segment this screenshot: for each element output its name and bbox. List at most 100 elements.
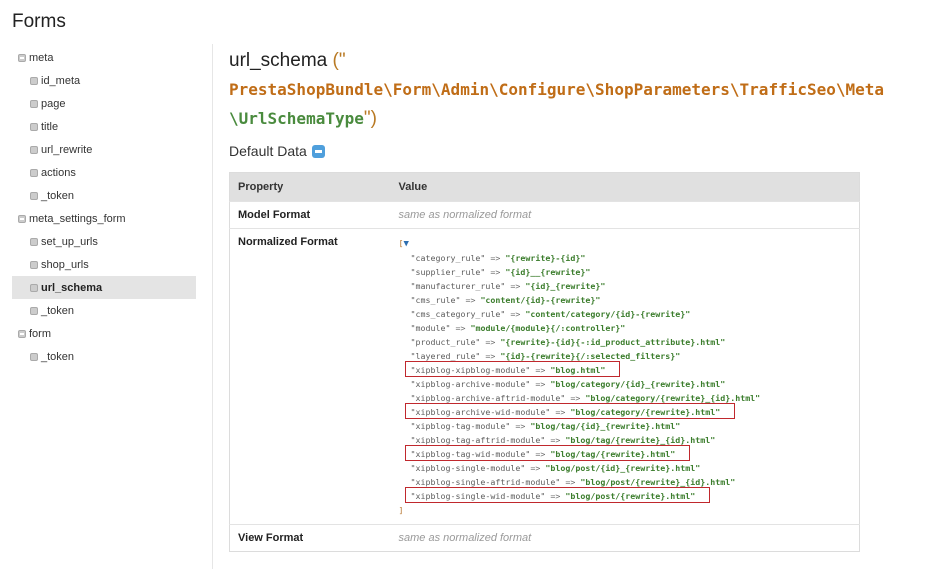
- class-path: PrestaShopBundle\Form\Admin\Configure\Sh…: [229, 80, 885, 99]
- array-entry: "product_rule" => "{rewrite}-{id}{-:id_p…: [399, 335, 852, 349]
- array-entry: "layered_rule" => "{id}-{rewrite}{/:sele…: [399, 349, 852, 363]
- array-entry: "xipblog-archive-module" => "blog/catego…: [399, 377, 852, 391]
- sidebar-item-token[interactable]: _token: [12, 184, 196, 207]
- sidebar-item-meta[interactable]: meta: [12, 46, 196, 69]
- entry-value: "{rewrite}-{id}{-:id_product_attribute}.…: [500, 337, 726, 347]
- table-row: View Format same as normalized format: [229, 524, 860, 552]
- sidebar-item-token[interactable]: _token: [12, 345, 196, 368]
- expand-arrow-icon[interactable]: ▼: [404, 239, 409, 249]
- arrow-operator: =>: [565, 393, 586, 403]
- sidebar-item-label: url_schema: [41, 281, 103, 294]
- forms-tree: meta id_metapage title url_rewrite actions _t…: [12, 46, 196, 368]
- entry-key: "xipblog-xipblog-module": [410, 365, 531, 375]
- sidebar-item-label: _token: [41, 189, 75, 202]
- bullet-icon: [30, 122, 38, 131]
- entry-value: "content/{id}-{rewrite}": [480, 295, 601, 305]
- table-header-row: Property Value: [229, 172, 860, 202]
- sidebar-item-set-up-urls[interactable]: set_up_urls: [12, 230, 196, 253]
- entry-value: "{rewrite}-{id}": [505, 253, 586, 263]
- entry-key: "xipblog-archive-aftrid-module": [410, 393, 566, 403]
- entry-key: "cms_category_rule": [410, 309, 506, 319]
- entry-key: "xipblog-archive-module": [410, 379, 531, 389]
- bullet-icon: [30, 99, 38, 108]
- entry-key: "xipblog-archive-wid-module": [410, 407, 551, 417]
- array-entry: "xipblog-archive-aftrid-module" => "blog…: [399, 391, 852, 405]
- open-paren: (": [332, 50, 346, 71]
- sidebar-item-form[interactable]: form: [12, 322, 196, 345]
- sidebar-item-label: _token: [41, 350, 75, 363]
- bullet-icon: [30, 237, 38, 246]
- array-entry: "xipblog-xipblog-module" => "blog.html": [399, 363, 852, 377]
- sidebar-item-label: page: [41, 97, 66, 110]
- arrow-operator: =>: [505, 309, 526, 319]
- property-header: Property: [229, 172, 391, 202]
- entry-key: "cms_rule": [410, 295, 461, 305]
- default-data-table: Property Value Model Format same as norm…: [229, 172, 860, 552]
- arrow-operator: =>: [450, 323, 471, 333]
- default-data-heading: Default Data: [229, 143, 325, 159]
- view-format-label: View Format: [229, 524, 391, 552]
- bullet-icon: [30, 306, 38, 315]
- default-data-label: Default Data: [229, 143, 307, 159]
- collapse-icon: [18, 329, 26, 338]
- collapse-toggle-icon[interactable]: [311, 144, 325, 158]
- entry-value: "{id}-{rewrite}{/:selected_filters}": [500, 351, 681, 361]
- entry-value: "module/{module}{/:controller}": [470, 323, 626, 333]
- divider: [212, 44, 213, 569]
- sidebar-item-actions[interactable]: actions: [12, 161, 196, 184]
- entry-value: "blog/tag/{rewrite}_{id}.html": [565, 435, 716, 445]
- table-row: Model Format same as normalized format: [229, 201, 860, 229]
- arrow-operator: =>: [530, 365, 551, 375]
- sidebar-item-url-schema[interactable]: url_schema: [12, 276, 196, 299]
- entry-key: "xipblog-tag-wid-module": [410, 449, 531, 459]
- collapse-icon: [18, 214, 26, 223]
- array-entry: "cms_category_rule" => "content/category…: [399, 307, 852, 321]
- entry-value: "blog/post/{rewrite}_{id}.html": [580, 477, 736, 487]
- entry-key: "module": [410, 323, 451, 333]
- model-format-value: same as normalized format: [390, 201, 860, 229]
- sidebar-item-shop-urls[interactable]: shop_urls: [12, 253, 196, 276]
- arrow-operator: =>: [485, 253, 506, 263]
- bullet-icon: [30, 352, 38, 361]
- entry-value: "blog/category/{rewrite}.html": [570, 407, 721, 417]
- sidebar-item-id-meta[interactable]: id_meta: [12, 69, 196, 92]
- entry-value: "blog/category/{rewrite}_{id}.html": [585, 393, 761, 403]
- arrow-operator: =>: [460, 295, 481, 305]
- entry-key: "xipblog-single-module": [410, 463, 526, 473]
- sidebar-item-page[interactable]: page: [12, 92, 196, 115]
- entry-value: "blog/tag/{rewrite}.html": [550, 449, 676, 459]
- sidebar-item-label: form: [29, 327, 51, 340]
- model-format-label: Model Format: [229, 201, 391, 229]
- array-dump: [▼ "category_rule" => "{rewrite}-{id}" "s…: [399, 236, 852, 517]
- sidebar-item-label: meta_settings_form: [29, 212, 126, 225]
- sidebar-item-label: id_meta: [41, 74, 81, 87]
- sidebar-item-title[interactable]: title: [12, 115, 196, 138]
- arrow-operator: =>: [560, 477, 581, 487]
- bullet-icon: [30, 283, 38, 292]
- class-name: \UrlSchemaType: [229, 109, 364, 128]
- array-entry: "module" => "module/{module}{/:controlle…: [399, 321, 852, 335]
- normalized-format-label: Normalized Format: [229, 228, 391, 525]
- bullet-icon: [30, 76, 38, 85]
- sidebar-item-meta-settings-form[interactable]: meta_settings_form: [12, 207, 196, 230]
- arrow-operator: =>: [485, 267, 506, 277]
- array-entry: "xipblog-tag-aftrid-module" => "blog/tag…: [399, 433, 852, 447]
- entry-key: "product_rule": [410, 337, 481, 347]
- entry-key: "xipblog-single-wid-module": [410, 491, 546, 501]
- entry-key: "xipblog-tag-module": [410, 421, 511, 431]
- array-close-bracket: ]: [398, 505, 404, 515]
- bullet-icon: [30, 145, 38, 154]
- entry-value: "blog/tag/{id}_{rewrite}.html": [530, 421, 681, 431]
- field-name: url_schema: [229, 50, 328, 71]
- entry-key: "xipblog-single-aftrid-module": [410, 477, 561, 487]
- normalized-format-value: [▼ "category_rule" => "{rewrite}-{id}" "s…: [390, 228, 860, 525]
- table-row: Normalized Format [▼ "category_rule" => …: [229, 228, 860, 525]
- sidebar-item-label: set_up_urls: [41, 235, 98, 248]
- form-type-heading: url_schema (" PrestaShopBundle\Form\Admi…: [229, 46, 929, 133]
- entry-key: "supplier_rule": [410, 267, 486, 277]
- sidebar-item-token[interactable]: _token: [12, 299, 196, 322]
- arrow-operator: =>: [505, 281, 526, 291]
- entry-value: "{id}__{rewrite}": [505, 267, 591, 277]
- sidebar-item-url-rewrite[interactable]: url_rewrite: [12, 138, 196, 161]
- sidebar-item-label: shop_urls: [41, 258, 89, 271]
